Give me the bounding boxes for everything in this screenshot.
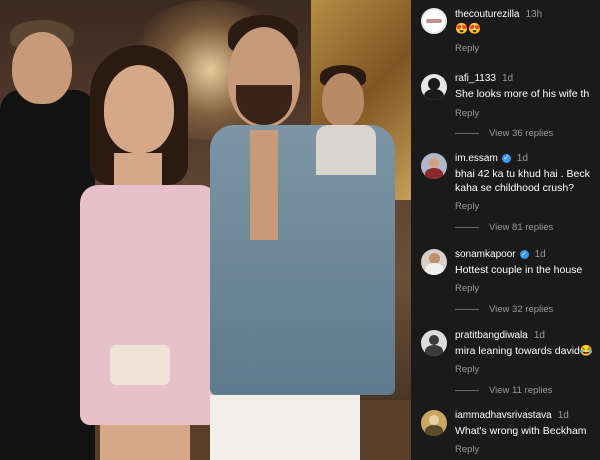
verified-badge-icon: ✓ xyxy=(501,153,511,163)
avatar[interactable] xyxy=(421,410,447,436)
comment-text: bhai 42 ka tu khud hai . Beck xyxy=(455,168,590,180)
timestamp: 13h xyxy=(525,9,543,20)
person-background xyxy=(316,65,376,175)
avatar[interactable] xyxy=(421,249,447,275)
verified-badge-icon: ✓ xyxy=(519,249,529,259)
timestamp: 1d xyxy=(534,249,546,260)
timestamp: 1d xyxy=(533,330,545,341)
username[interactable]: thecouturezilla xyxy=(455,9,519,20)
divider xyxy=(455,132,479,134)
avatar[interactable] xyxy=(421,74,447,100)
avatar[interactable] xyxy=(421,153,447,179)
timestamp: 1d xyxy=(557,410,569,421)
reply-button[interactable]: Reply xyxy=(455,444,479,455)
username[interactable]: sonamkapoor xyxy=(455,249,516,260)
comment-text-line-2: kaha se childhood crush? xyxy=(455,182,575,194)
comment-text: What's wrong with Beckham xyxy=(455,425,587,437)
comments-panel: thecouturezilla 13h 😍😍 Reply rafi_1133 1d … xyxy=(411,0,600,460)
comment-text: She looks more of his wife th xyxy=(455,88,590,100)
reply-button[interactable]: Reply xyxy=(455,283,479,294)
view-replies-button[interactable]: View 32 replies xyxy=(455,304,553,315)
person-center xyxy=(80,45,220,460)
username[interactable]: im.essam xyxy=(455,153,498,164)
reply-button[interactable]: Reply xyxy=(455,201,479,212)
username[interactable]: rafi_1133 xyxy=(455,73,496,84)
avatar[interactable] xyxy=(421,330,447,356)
reply-button[interactable]: Reply xyxy=(455,43,479,54)
username[interactable]: iammadhavsrivastava xyxy=(455,410,552,421)
view-replies-button[interactable]: View 36 replies xyxy=(455,128,553,139)
comment-text: mira leaning towards david😂 xyxy=(455,345,593,357)
view-replies-button[interactable]: View 81 replies xyxy=(455,222,553,233)
comment-text: Hottest couple in the house xyxy=(455,264,583,276)
divider xyxy=(455,308,479,310)
divider xyxy=(455,389,479,391)
reply-button[interactable]: Reply xyxy=(455,364,479,375)
post-photo xyxy=(0,0,411,460)
timestamp: 1d xyxy=(501,73,514,84)
view-replies-button[interactable]: View 11 replies xyxy=(455,385,553,396)
divider xyxy=(455,226,479,228)
username[interactable]: pratitbangdiwala xyxy=(455,330,528,341)
comment-text: 😍😍 xyxy=(455,23,482,35)
reply-button[interactable]: Reply xyxy=(455,108,479,119)
timestamp: 1d xyxy=(516,153,528,164)
avatar[interactable] xyxy=(421,8,447,34)
